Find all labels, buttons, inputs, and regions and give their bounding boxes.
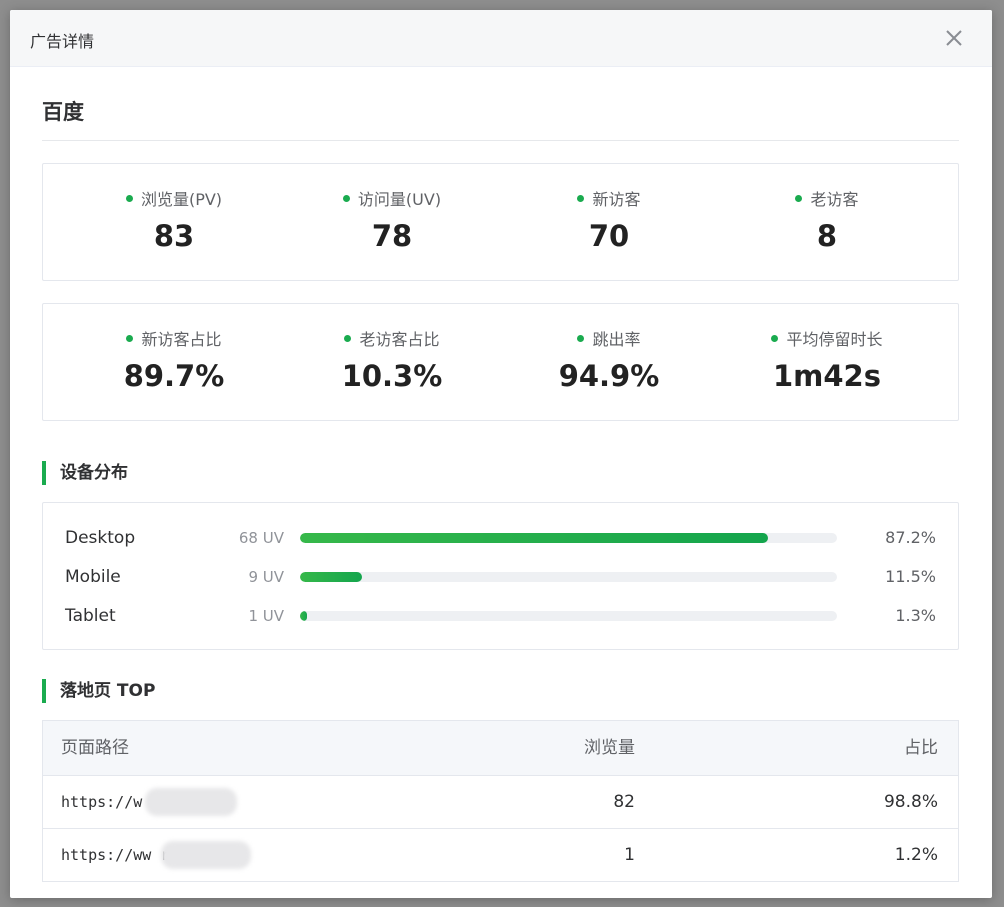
status-dot-icon xyxy=(771,335,779,342)
stat-value: 10.3% xyxy=(341,359,443,393)
device-progress-fill xyxy=(300,572,362,582)
table-row: https://ww roduct 1 1.2% xyxy=(43,829,958,881)
redaction-mask xyxy=(145,788,237,816)
stat-label: 平均停留时长 xyxy=(786,330,883,349)
stat-value: 89.7% xyxy=(123,359,225,393)
stat-label: 跳出率 xyxy=(592,330,641,349)
device-uv: 9 UV xyxy=(248,568,284,586)
stat-label: 访问量(UV) xyxy=(357,190,442,209)
landing-page-pv: 1 xyxy=(624,845,635,865)
close-button[interactable] xyxy=(940,24,968,52)
ad-detail-dialog: 广告详情 百度 浏览量(PV) 83 访问量(UV) 78 新访客 70 老访客… xyxy=(10,10,992,898)
device-name: Mobile xyxy=(65,567,121,587)
stat-label: 老访客占比 xyxy=(359,330,440,349)
stats-card-traffic: 浏览量(PV) 83 访问量(UV) 78 新访客 70 老访客 8 xyxy=(42,163,959,281)
stat-value: 78 xyxy=(371,219,413,253)
stat-pv: 浏览量(PV) 83 xyxy=(65,164,283,280)
device-progress-fill xyxy=(300,611,307,621)
stat-avg-duration: 平均停留时长 1m42s xyxy=(718,304,936,420)
device-uv: 68 UV xyxy=(238,529,284,547)
stat-label: 老访客 xyxy=(810,190,859,209)
status-dot-icon xyxy=(577,335,585,342)
stats-card-ratios: 新访客占比 89.7% 老访客占比 10.3% 跳出率 94.9% 平均停留时长… xyxy=(42,303,959,421)
landing-page-share: 1.2% xyxy=(894,845,938,865)
redaction-mask xyxy=(161,841,251,869)
stat-value: 94.9% xyxy=(558,359,660,393)
device-section-title: 设备分布 xyxy=(42,461,128,485)
column-header-pv: 浏览量 xyxy=(584,738,635,758)
landing-page-pv: 82 xyxy=(613,792,635,812)
device-distribution-card: Desktop 68 UV 87.2% Mobile 9 UV 11.5% Ta… xyxy=(42,502,959,650)
landing-section-title: 落地页 TOP xyxy=(42,679,155,703)
device-progress-track xyxy=(300,611,837,621)
source-title: 百度 xyxy=(42,100,84,124)
table-header: 页面路径 浏览量 占比 xyxy=(43,721,958,776)
stat-bounce-rate: 跳出率 94.9% xyxy=(500,304,718,420)
device-share: 87.2% xyxy=(885,528,936,547)
device-share: 1.3% xyxy=(895,606,936,625)
stat-returning-visitor-ratio: 老访客占比 10.3% xyxy=(283,304,501,420)
stat-label: 新访客占比 xyxy=(141,330,222,349)
landing-page-table: 页面路径 浏览量 占比 https://w new/down… 82 98.8%… xyxy=(42,720,959,882)
dialog-title: 广告详情 xyxy=(30,32,95,51)
status-dot-icon xyxy=(795,195,803,202)
stat-value: 70 xyxy=(588,219,630,253)
status-dot-icon xyxy=(125,195,133,202)
stat-value: 1m42s xyxy=(772,359,881,393)
device-progress-track xyxy=(300,533,837,543)
column-header-path: 页面路径 xyxy=(61,738,129,758)
stat-value: 8 xyxy=(816,219,838,253)
stat-new-visitor-ratio: 新访客占比 89.7% xyxy=(65,304,283,420)
stat-label: 新访客 xyxy=(592,190,641,209)
table-row: https://w new/down… 82 98.8% xyxy=(43,776,958,829)
device-row-tablet: Tablet 1 UV 1.3% xyxy=(43,604,958,628)
status-dot-icon xyxy=(126,335,134,342)
status-dot-icon xyxy=(577,195,585,202)
device-name: Desktop xyxy=(65,528,136,548)
close-icon xyxy=(946,30,962,46)
device-share: 11.5% xyxy=(885,567,936,586)
stat-value: 83 xyxy=(153,219,195,253)
status-dot-icon xyxy=(342,195,350,202)
device-progress-track xyxy=(300,572,837,582)
status-dot-icon xyxy=(344,335,352,342)
stat-returning-visitors: 老访客 8 xyxy=(718,164,936,280)
device-row-mobile: Mobile 9 UV 11.5% xyxy=(43,565,958,589)
stat-label: 浏览量(PV) xyxy=(140,190,223,209)
stat-uv: 访问量(UV) 78 xyxy=(283,164,501,280)
device-row-desktop: Desktop 68 UV 87.2% xyxy=(43,526,958,550)
device-uv: 1 UV xyxy=(248,607,284,625)
device-name: Tablet xyxy=(65,606,116,626)
title-divider xyxy=(42,140,959,141)
landing-page-share: 98.8% xyxy=(883,792,938,812)
device-progress-fill xyxy=(300,533,769,543)
dialog-header: 广告详情 xyxy=(10,10,992,67)
stat-new-visitors: 新访客 70 xyxy=(500,164,718,280)
column-header-share: 占比 xyxy=(904,738,938,758)
